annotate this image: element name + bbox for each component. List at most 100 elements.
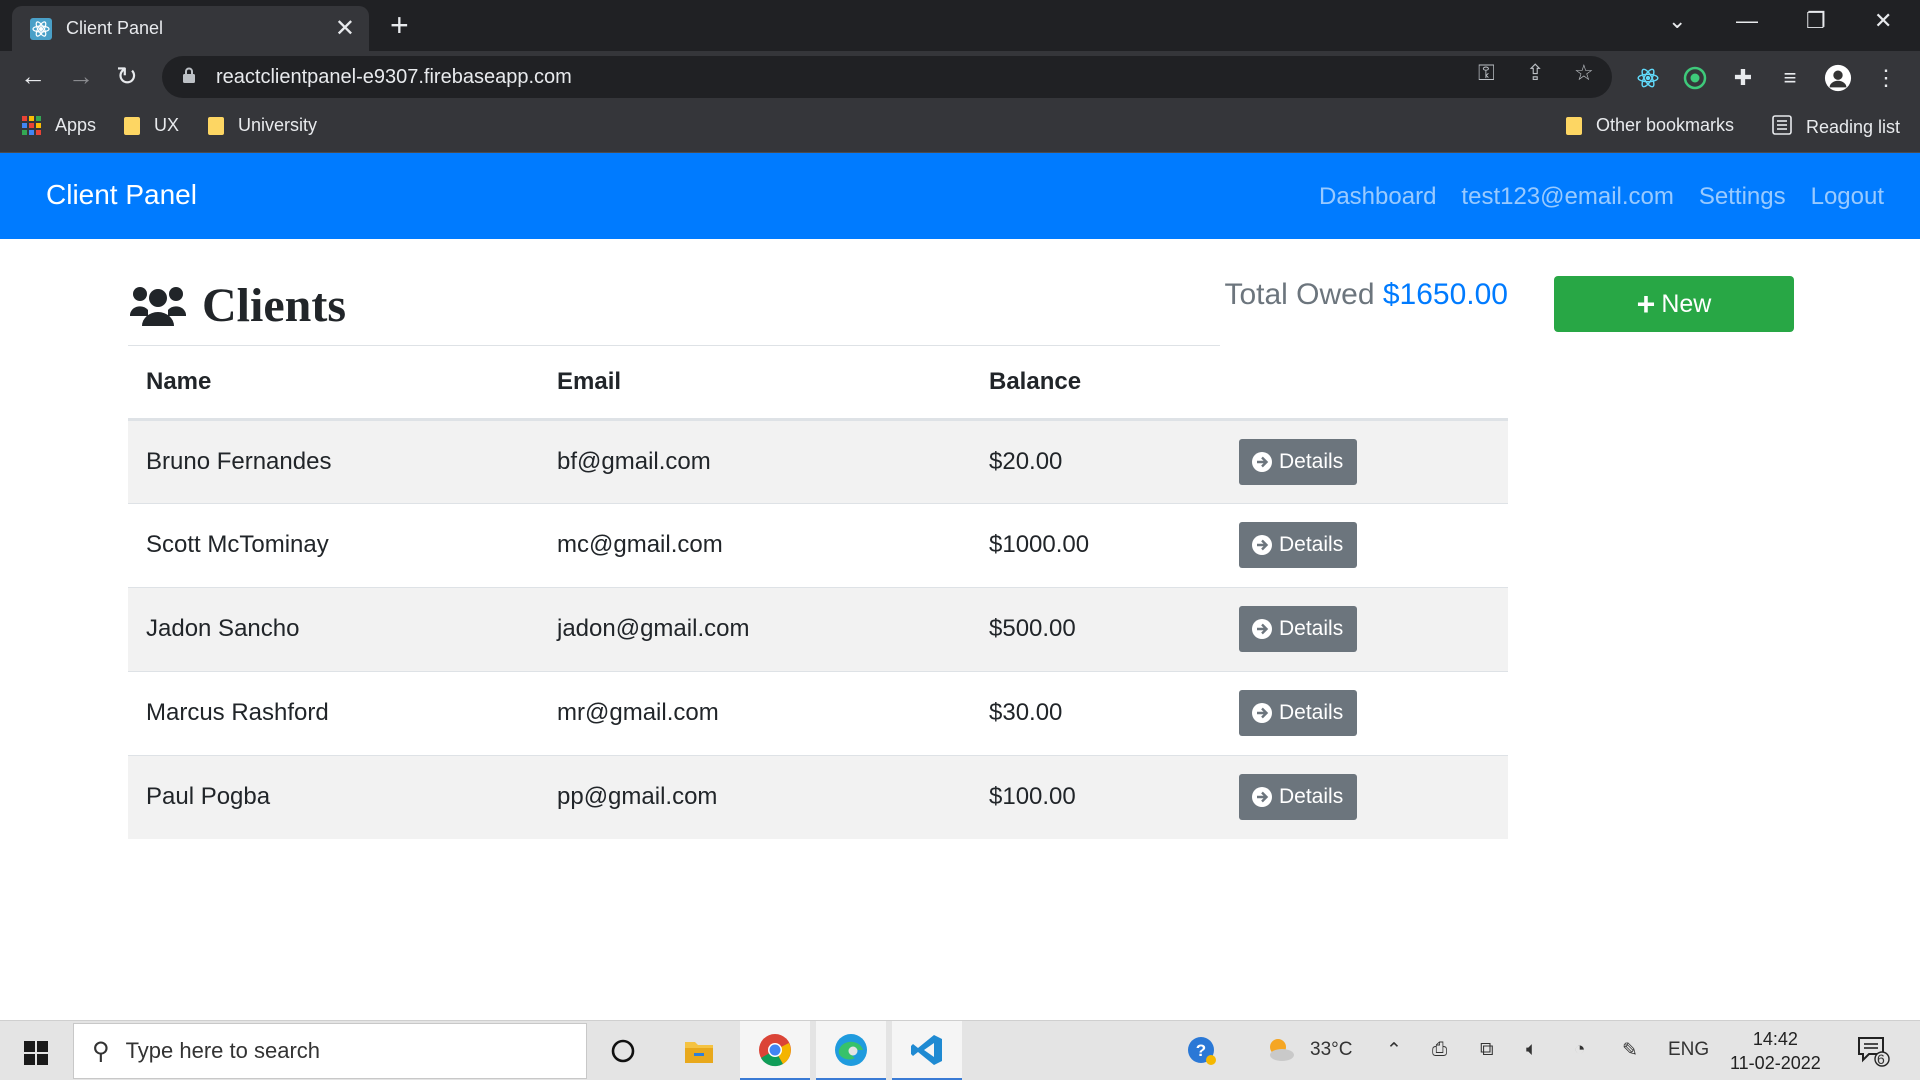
weather-icon[interactable] [1264,1035,1296,1071]
client-name: Jadon Sancho [128,586,539,671]
clock[interactable]: 14:42 11-02-2022 [1730,1027,1821,1075]
arrow-circle-right-icon [1252,619,1272,639]
lock-icon [182,67,200,88]
file-explorer-icon[interactable] [664,1021,734,1080]
plus-icon: + [1636,285,1656,322]
react-icon [30,17,52,40]
bookmark-label: UX [154,115,180,135]
wifi-icon[interactable]: ◔ [1574,1039,1585,1061]
language-indicator[interactable]: ENG [1668,1039,1709,1061]
app-navbar: Client Panel Dashboard test123@email.com… [0,153,1920,239]
new-client-button[interactable]: + New [1554,276,1794,332]
windows-start-icon[interactable] [24,1041,48,1065]
page-title: Clients [202,279,346,332]
nav-logout[interactable]: Logout [1811,183,1884,211]
key-icon[interactable]: ⚿ [1478,60,1495,86]
client-name: Scott McTominay [128,502,539,587]
details-label: Details [1279,785,1344,809]
share-icon[interactable]: ⇪ [1526,60,1544,86]
reading-list[interactable]: Reading list [1772,115,1900,140]
restore-icon[interactable]: ❐ [1806,8,1826,34]
bookmark-other[interactable]: Other bookmarks [1566,115,1734,136]
arrow-circle-right-icon [1252,787,1272,808]
profile-avatar-icon[interactable] [1824,64,1852,92]
details-button[interactable]: Details [1239,438,1358,485]
bookmark-university[interactable]: University [208,115,317,136]
table-row: Marcus Rashford mr@gmail.com $30.00 Deta… [128,670,1508,755]
column-header-actions [1221,347,1508,421]
search-placeholder: Type here to search [125,1038,321,1063]
display-icon[interactable]: ⧉ [1480,1039,1494,1061]
details-label: Details [1279,701,1344,724]
svg-text:?: ? [1196,1041,1206,1060]
row-actions: Details [1221,502,1508,587]
brand-link[interactable]: Client Panel [46,179,197,211]
address-bar[interactable]: reactclientpanel-e9307.firebaseapp.com [162,56,1612,98]
table-header-row: Name Email Balance [128,347,1508,421]
reload-icon[interactable]: ↻ [116,63,138,89]
nav-dashboard[interactable]: Dashboard [1319,183,1436,211]
bookmark-star-icon[interactable]: ☆ [1574,60,1594,86]
column-header-email: Email [539,347,971,421]
details-button[interactable]: Details [1239,522,1358,568]
client-balance: $100.00 [971,754,1221,839]
windows-taskbar: ⚲ Type here to search ? 33°C ⌃ ⎙ ⧉ 🔈︎ ◔ … [0,1020,1920,1080]
close-tab-icon[interactable]: ✕ [335,16,355,41]
folder-icon [1566,116,1582,135]
close-window-icon[interactable]: ✕ [1874,8,1892,34]
bookmark-label: Other bookmarks [1596,115,1735,135]
forward-icon[interactable]: → [68,63,94,89]
details-label: Details [1279,533,1344,556]
table-row: Jadon Sancho jadon@gmail.com $500.00 Det… [128,586,1508,671]
client-balance: $1000.00 [971,502,1221,587]
client-email: jadon@gmail.com [539,586,971,671]
bookmark-ux[interactable]: UX [124,115,179,136]
bookmark-apps[interactable]: Apps [22,115,96,136]
help-icon[interactable]: ? [1186,1035,1218,1073]
clock-date: 11-02-2022 [1730,1053,1821,1073]
browser-tab[interactable]: Client Panel ✕ [12,6,369,51]
minimize-icon[interactable]: — [1736,8,1758,34]
client-balance: $500.00 [971,586,1221,671]
show-hidden-icons-icon[interactable]: ⌃ [1386,1039,1402,1062]
chrome-taskbar-icon[interactable] [740,1021,810,1080]
vscode-taskbar-icon[interactable] [892,1021,962,1080]
pen-icon[interactable]: ✎ [1622,1039,1638,1062]
arrow-circle-right-icon [1252,703,1272,723]
taskbar-search-input[interactable]: ⚲ Type here to search [73,1023,587,1079]
details-label: Details [1279,617,1344,640]
nav-settings[interactable]: Settings [1699,183,1786,211]
nav-user-email[interactable]: test123@email.com [1461,183,1673,211]
details-button[interactable]: Details [1239,690,1358,736]
apps-grid-icon [22,116,41,135]
client-email: mc@gmail.com [539,502,971,587]
total-owed-amount: $1650.00 [1382,278,1508,311]
browser-menu-icon[interactable]: ⋮ [1872,64,1900,92]
media-queue-icon[interactable]: ≡ [1776,64,1804,92]
details-label: Details [1279,449,1344,473]
notification-count: 6 [1877,1051,1885,1067]
new-tab-icon[interactable]: + [390,9,409,41]
volume-icon[interactable]: 🔈︎ [1526,1039,1537,1061]
search-icon: ⚲ [92,1037,110,1065]
weather-temp[interactable]: 33°C [1310,1039,1352,1061]
folder-icon [124,116,140,135]
extension-circle-icon[interactable] [1681,64,1709,92]
client-name: Bruno Fernandes [128,418,539,503]
bookmark-label: University [238,115,318,135]
client-email: pp@gmail.com [539,754,971,839]
client-email: bf@gmail.com [539,418,971,503]
cortana-icon[interactable] [588,1021,658,1080]
details-button[interactable]: Details [1239,774,1358,821]
column-header-name: Name [128,347,539,421]
new-button-label: New [1661,289,1712,318]
react-devtools-icon[interactable] [1634,64,1662,92]
back-icon[interactable]: ← [20,63,46,89]
extensions-puzzle-icon[interactable]: ✚ [1729,64,1757,92]
edge-taskbar-icon[interactable] [816,1021,886,1080]
client-name: Marcus Rashford [128,670,539,755]
tab-search-icon[interactable]: ⌄ [1668,8,1686,34]
reading-list-label: Reading list [1806,117,1901,137]
details-button[interactable]: Details [1239,606,1358,652]
meet-now-icon[interactable]: ⎙ [1432,1039,1447,1061]
